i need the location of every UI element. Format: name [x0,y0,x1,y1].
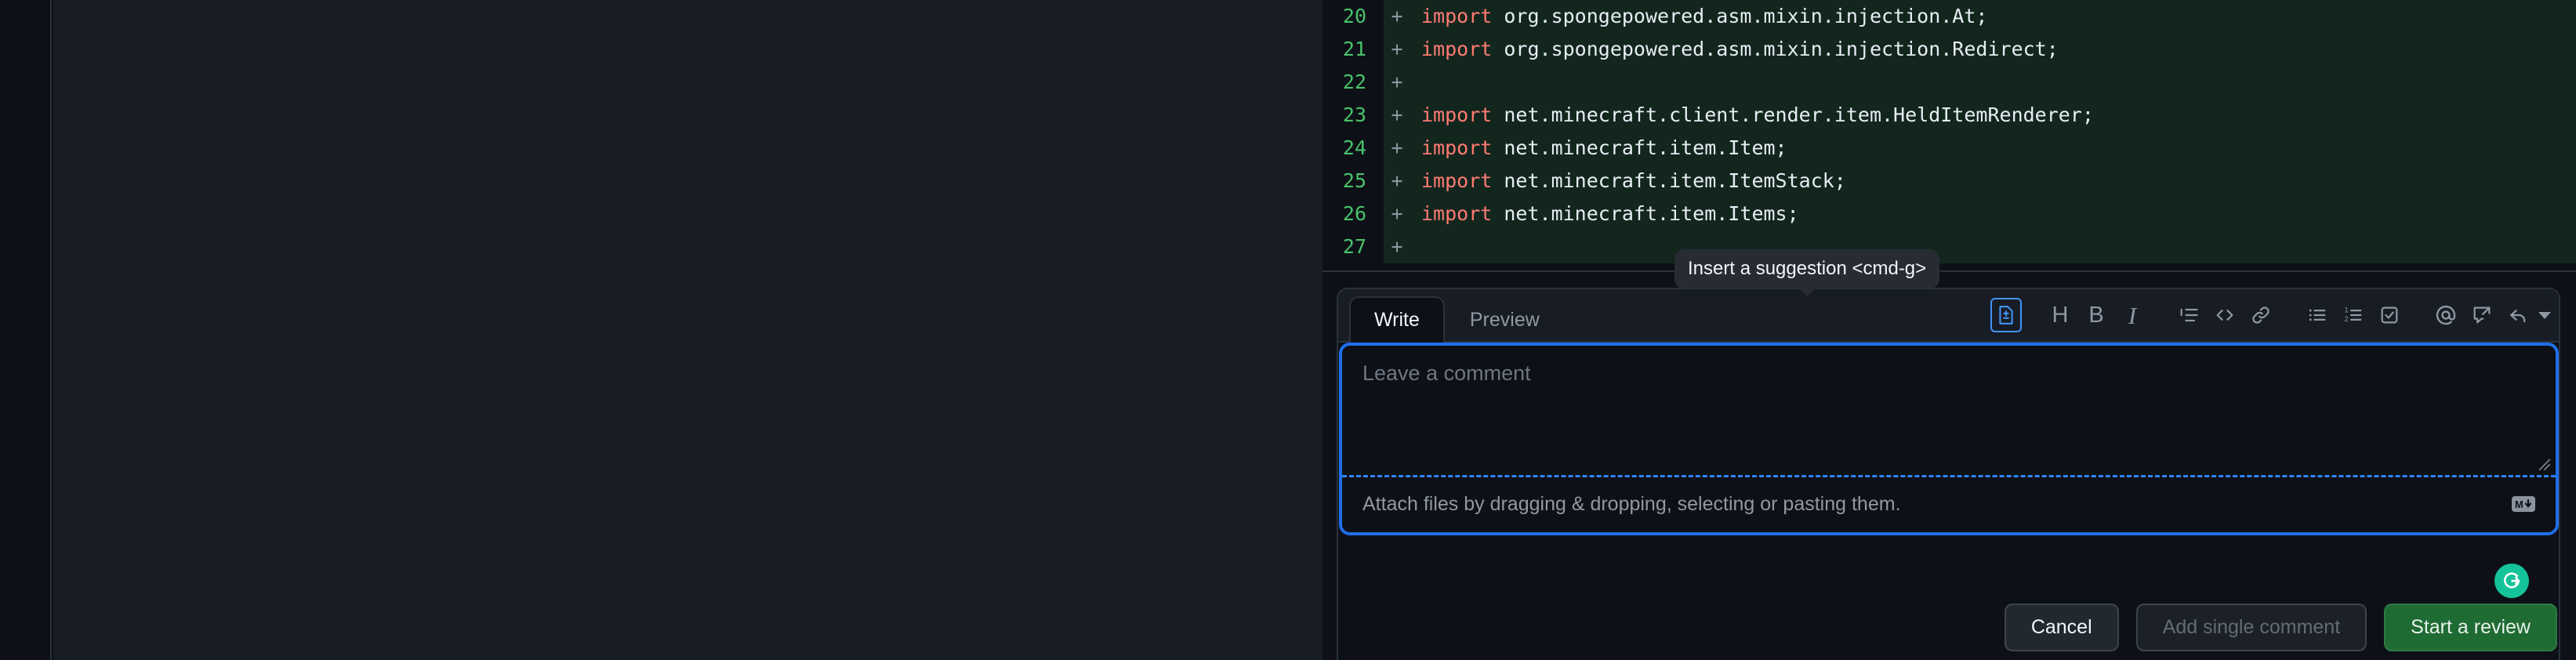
attach-files-bar[interactable]: Attach files by dragging & dropping, sel… [1342,477,2556,531]
diff-line[interactable]: 25 + import net.minecraft.item.ItemStack; [1322,165,2576,198]
diff-line[interactable]: 21 + import org.spongepowered.asm.mixin.in… [1322,33,2576,66]
diff-line[interactable]: 23 + import net.minecraft.client.render.it… [1322,99,2576,132]
diff-line-marker: + [1384,230,1410,263]
diff-line-code: import net.minecraft.item.Item; [1410,132,2576,165]
left-rail [0,0,52,660]
diff-line-marker: + [1384,132,1410,165]
diff-viewer: 20 + import org.spongepowered.asm.mixin.in… [1322,0,2576,270]
diff-line-code: import net.minecraft.client.render.item.… [1410,99,2576,132]
diff-line-number: 24 [1322,132,1384,165]
comment-placeholder: Leave a comment [1362,361,1531,385]
insert-suggestion-tooltip: Insert a suggestion <cmd-g> [1674,249,1940,296]
diff-line-code [1410,230,2576,263]
add-single-comment-button: Add single comment [2135,604,2367,651]
diff-line-number: 20 [1322,0,1384,33]
pull-request-diff-screen: 20 + import org.spongepowered.asm.mixin.in… [0,0,2576,660]
left-empty-pane [53,0,1322,660]
code-icon[interactable] [2207,297,2243,333]
diff-line-number: 25 [1322,165,1384,198]
comment-actions: Cancel Add single comment Start a review [2004,604,2557,651]
diff-line-marker: + [1384,198,1410,230]
saved-replies-icon[interactable] [2500,297,2536,333]
diff-line-code: import net.minecraft.item.Items; [1410,198,2576,230]
diff-line-code: import org.spongepowered.asm.mixin.injec… [1410,33,2576,66]
diff-line[interactable]: 24 + import net.minecraft.item.Item; [1322,132,2576,165]
bold-icon-glyph: B [2088,302,2104,328]
heading-icon-glyph: H [2052,302,2069,328]
insert-suggestion-icon[interactable] [1990,298,2022,332]
reference-icon[interactable] [2464,297,2500,333]
tab-preview[interactable]: Preview [1445,296,1565,341]
resize-handle-icon[interactable] [2535,455,2551,471]
comment-form-header: Write Preview HBI 12 [1338,289,2559,343]
start-a-review-button[interactable]: Start a review [2384,604,2557,651]
tab-write[interactable]: Write [1349,296,1445,343]
diff-line-marker: + [1384,99,1410,132]
mention-icon[interactable] [2428,297,2464,333]
markdown-toolbar: HBI 12 [1990,297,2559,333]
diff-line-number: 26 [1322,198,1384,230]
code-keyword: import [1421,202,1493,225]
heading-icon[interactable]: H [2042,297,2078,333]
unordered-list-icon[interactable] [2299,297,2335,333]
diff-line-marker: + [1384,165,1410,198]
diff-line[interactable]: 26 + import net.minecraft.item.Items; [1322,198,2576,230]
comment-textarea-wrapper[interactable]: Leave a comment [1342,346,2556,477]
markdown-icon[interactable]: M [2512,496,2535,512]
chevron-down-icon[interactable] [2538,311,2551,319]
diff-line-code [1410,66,2576,99]
code-keyword: import [1421,136,1493,159]
italic-icon[interactable]: I [2114,297,2150,333]
comment-editor[interactable]: Leave a comment Attach files by dragging… [1339,343,2559,535]
diff-line[interactable]: 27 + [1322,230,2576,263]
diff-line-marker: + [1384,33,1410,66]
diff-line[interactable]: 22 + [1322,66,2576,99]
diff-line-marker: + [1384,0,1410,33]
diff-line-code: import org.spongepowered.asm.mixin.injec… [1410,0,2576,33]
code-keyword: import [1421,38,1493,60]
svg-text:1: 1 [2345,306,2349,314]
code-keyword: import [1421,169,1493,192]
write-preview-tabs: Write Preview [1349,296,1565,343]
link-icon[interactable] [2243,297,2279,333]
diff-line-number: 23 [1322,99,1384,132]
bold-icon[interactable]: B [2078,297,2114,333]
diff-line-number: 22 [1322,66,1384,99]
svg-text:M: M [2515,499,2523,510]
quote-icon[interactable] [2171,297,2207,333]
code-keyword: import [1421,103,1493,126]
italic-icon-glyph: I [2128,301,2137,329]
diff-table: 20 + import org.spongepowered.asm.mixin.in… [1322,0,2576,263]
review-comment-form: Write Preview HBI 12 Leave a comment Attac… [1322,270,2576,660]
cancel-button[interactable]: Cancel [2004,604,2119,651]
diff-line[interactable]: 20 + import org.spongepowered.asm.mixin.in… [1322,0,2576,33]
ordered-list-icon[interactable]: 12 [2335,297,2371,333]
diff-line-code: import net.minecraft.item.ItemStack; [1410,165,2576,198]
attach-files-hint: Attach files by dragging & dropping, sel… [1362,492,1901,515]
diff-line-number: 21 [1322,33,1384,66]
task-list-icon[interactable] [2371,297,2407,333]
svg-text:2: 2 [2345,315,2349,323]
diff-line-marker: + [1384,66,1410,99]
code-keyword: import [1421,5,1493,27]
comment-card: Write Preview HBI 12 Leave a comment Attac… [1337,288,2560,660]
diff-line-number: 27 [1322,230,1384,263]
grammarly-icon[interactable] [2494,564,2529,598]
